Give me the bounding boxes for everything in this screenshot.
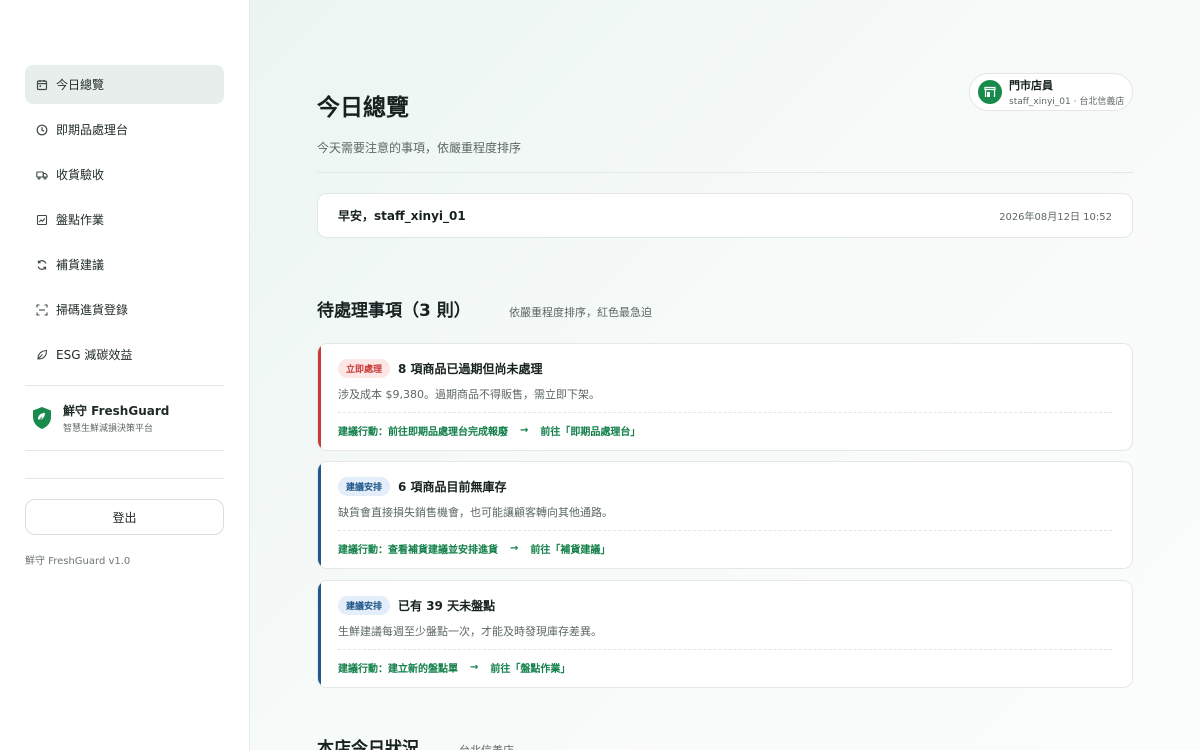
shield-logo-icon (33, 407, 51, 429)
status-badge: 建議安排 (338, 476, 391, 496)
brand: 鮮守 FreshGuard 智慧生鮮減損決策平台 (25, 386, 224, 450)
store-icon (984, 86, 996, 97)
greeting-datetime: 2026年08月12日 10:52 (999, 212, 1112, 223)
scan-icon (36, 303, 48, 316)
sidebar-item-receiving[interactable]: 收貨驗收 (25, 155, 224, 194)
refresh-icon (36, 259, 48, 271)
sidebar-item-esg[interactable]: ESG 減碳效益 (25, 335, 224, 374)
task-action-text: 建議行動：前往即期品處理台完成報廢 (338, 427, 508, 438)
task-title: 8 項商品已過期但尚未處理 (398, 361, 543, 376)
user-store: staff_xinyi_01 · 台北信義店 (1009, 97, 1125, 107)
brand-name: 鮮守 FreshGuard (63, 404, 170, 418)
brand-subtitle: 智慧生鮮減損決策平台 (63, 424, 154, 434)
task-description: 生鮮建議每週至少盤點一次，才能及時發現庫存差異。 (338, 625, 602, 638)
tasks-section-title: 待處理事項（3 則） (317, 301, 471, 321)
sidebar-divider (25, 478, 224, 479)
clock-icon (36, 124, 48, 136)
clipboard-icon (36, 214, 48, 226)
header-divider (317, 172, 1133, 173)
task-link[interactable]: 前往「即期品處理台」 (540, 423, 640, 438)
main-content: 今日總覽 今天需要注意的事項，依嚴重程度排序 門市店員 staff_xinyi_… (250, 0, 1200, 750)
sidebar: 今日總覽 即期品處理台 收貨驗收 盤點作業 補貨建議 掃碼進貨登錄 ESG 減碳… (0, 0, 250, 750)
sidebar-item-label: 補貨建議 (56, 258, 105, 272)
arrow-right-icon: → (520, 425, 529, 436)
sidebar-item-replenish[interactable]: 補貨建議 (25, 245, 224, 284)
sidebar-nav: 今日總覽 即期品處理台 收貨驗收 盤點作業 補貨建議 掃碼進貨登錄 ESG 減碳… (25, 65, 224, 374)
sidebar-divider (25, 450, 224, 451)
task-title: 已有 39 天未盤點 (398, 598, 496, 613)
task-action-text: 建議行動：建立新的盤點單 (338, 664, 458, 675)
task-card: 建議安排 已有 39 天未盤點 生鮮建議每週至少盤點一次，才能及時發現庫存差異。… (317, 580, 1133, 688)
task-divider (338, 530, 1112, 531)
page-subtitle: 今天需要注意的事項，依嚴重程度排序 (317, 141, 522, 155)
page-title: 今日總覽 (317, 95, 409, 121)
avatar (978, 80, 1002, 104)
sidebar-item-overview[interactable]: 今日總覽 (25, 65, 224, 104)
status-section-hint: 台北信義店 (459, 742, 514, 750)
sidebar-item-expiring[interactable]: 即期品處理台 (25, 110, 224, 149)
task-description: 缺貨會直接損失銷售機會，也可能讓顧客轉向其他通路。 (338, 506, 613, 519)
task-divider (338, 412, 1112, 413)
task-link[interactable]: 前往「盤點作業」 (490, 660, 570, 675)
status-badge: 建議安排 (338, 595, 391, 615)
tasks-section-hint: 依嚴重程度排序，紅色最急迫 (509, 306, 652, 319)
task-link[interactable]: 前往「補貨建議」 (530, 541, 610, 556)
sidebar-item-scan[interactable]: 掃碼進貨登錄 (25, 290, 224, 329)
sidebar-item-label: 盤點作業 (56, 213, 105, 227)
task-card: 立即處理 8 項商品已過期但尚未處理 涉及成本 $9,380。過期商品不得販售，… (317, 343, 1133, 451)
status-section-title: 本店今日狀況 (317, 739, 419, 750)
leaf-icon (36, 349, 48, 361)
sidebar-item-label: 掃碼進貨登錄 (56, 303, 129, 317)
task-description: 涉及成本 $9,380。過期商品不得販售，需立即下架。 (338, 388, 600, 401)
status-badge: 立即處理 (338, 358, 391, 378)
arrow-right-icon: → (470, 662, 479, 673)
task-card: 建議安排 6 項商品目前無庫存 缺貨會直接損失銷售機會，也可能讓顧客轉向其他通路… (317, 461, 1133, 569)
sidebar-item-stocktake[interactable]: 盤點作業 (25, 200, 224, 239)
user-role: 門市店員 (1009, 79, 1053, 92)
sidebar-item-label: 即期品處理台 (56, 123, 129, 137)
sidebar-item-label: 收貨驗收 (56, 168, 105, 182)
user-chip[interactable]: 門市店員 staff_xinyi_01 · 台北信義店 (969, 73, 1133, 111)
logout-button[interactable]: 登出 (25, 499, 224, 535)
app-version: 鮮守 FreshGuard v1.0 (25, 556, 131, 567)
task-divider (338, 649, 1112, 650)
truck-icon (36, 169, 48, 181)
sidebar-item-label: ESG 減碳效益 (56, 348, 133, 362)
arrow-right-icon: → (510, 543, 519, 554)
sidebar-item-label: 今日總覽 (56, 78, 105, 92)
calendar-icon (36, 79, 48, 91)
greeting-card: 早安，staff_xinyi_01 2026年08月12日 10:52 (317, 193, 1133, 238)
task-action-text: 建議行動：查看補貨建議並安排進貨 (338, 545, 498, 556)
greeting-text: 早安，staff_xinyi_01 (338, 209, 466, 223)
task-title: 6 項商品目前無庫存 (398, 479, 507, 494)
